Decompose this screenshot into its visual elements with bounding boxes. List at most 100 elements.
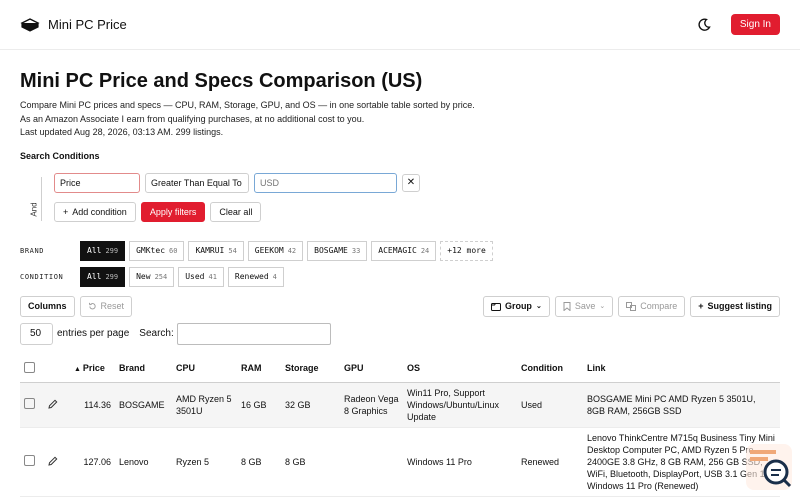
chip-name: Used [185,272,205,281]
condition-field-select[interactable]: Price [54,172,140,193]
pencil-icon[interactable] [48,456,58,466]
logo[interactable]: Mini PC Price [20,17,127,32]
brand-title: Mini PC Price [48,17,127,32]
chip-name: All [87,246,102,255]
os-cell: Win11 Pro, Support Windows/Ubuntu/Linux … [403,382,517,428]
main-content: Mini PC Price and Specs Comparison (US) … [0,70,800,497]
last-updated: Last updated Aug 28, 2026, 03:13 AM. 299… [20,127,224,137]
clear-all-button[interactable]: Clear all [210,201,262,222]
storage-cell: 32 GB [281,382,340,428]
chip-count: 54 [228,246,237,255]
floating-search-widget[interactable] [746,444,792,490]
chip-count: 254 [154,272,168,281]
gpu-cell: Radeon Vega 8 Graphics [340,382,403,428]
top-header: Mini PC Price Sign In [0,0,800,50]
entries-per-page-select[interactable]: 50 [20,322,53,345]
brand-chip-bosgame[interactable]: BOSGAME 33 [307,240,368,261]
condition-header[interactable]: Condition [517,354,583,383]
moon-icon [698,17,711,31]
table-row: 127.06 Lenovo Ryzen 5 8 GB 8 GB Windows … [20,427,780,497]
storage-cell: 8 GB [281,427,340,497]
row-checkbox[interactable] [24,455,35,466]
compare-label: Compare [640,301,678,311]
chip-count: 42 [287,246,297,255]
chip-name: ACEMAGIC [378,246,417,255]
and-line [41,176,42,221]
chip-count: 41 [208,272,217,281]
condition-cell: Renewed [517,427,583,497]
gpu-cell [340,427,403,497]
price-header[interactable]: ▲ Price [70,354,115,383]
close-icon: ✕ [406,177,416,188]
cpu-header[interactable]: CPU [172,354,237,383]
table-search-input[interactable] [176,322,331,345]
sign-in-button[interactable]: Sign In [730,14,780,35]
brand-chip-all[interactable]: All 299 [80,240,126,261]
cpu-cell: Ryzen 5 [172,427,237,497]
chip-count: 299 [105,272,119,281]
compare-icon [626,301,637,311]
chip-name: BOSGAME [314,246,348,255]
chip-count: 299 [105,246,119,255]
link-cell[interactable]: BOSGAME Mini PC AMD Ryzen 5 3501U, 8GB R… [583,382,780,428]
group-label: Group [504,301,532,311]
reset-icon [88,302,96,309]
brand-more-button[interactable]: +12 more [440,240,493,261]
add-condition-button[interactable]: + Add condition [54,201,136,222]
gpu-header[interactable]: GPU [340,354,403,383]
and-connector: And [20,173,54,222]
link-header[interactable]: Link [583,354,780,383]
price-cell: 127.06 [70,427,115,497]
theme-toggle-button[interactable] [695,16,713,34]
search-conditions: And Price Greater Than Equal To ✕ + Add … [20,172,780,222]
ram-cell: 16 GB [237,382,281,428]
page-description: Compare Mini PC prices and specs — CPU, … [20,99,780,140]
table-row: 114.36 BOSGAME AMD Ryzen 5 3501U 16 GB 3… [20,382,780,428]
reset-label: Reset [100,301,125,311]
mini-pc-icon [20,17,40,32]
search-chat-icon [750,450,792,488]
chip-count: 24 [420,246,430,255]
ram-cell: 8 GB [237,427,281,497]
description-line: Compare Mini PC prices and specs — CPU, … [20,100,475,110]
chip-name: New [136,272,151,281]
row-edit-cell [44,382,70,428]
row-checkbox-cell [20,382,44,428]
price-cell: 114.36 [70,382,115,428]
compare-button[interactable]: Compare [618,295,686,317]
apply-filters-button[interactable]: Apply filters [140,201,206,222]
reset-button[interactable]: Reset [79,295,133,317]
condition-value-input[interactable] [254,172,397,193]
brand-chip-gmktec[interactable]: GMKtec 60 [129,240,185,261]
ram-header[interactable]: RAM [237,354,281,383]
columns-button[interactable]: Columns [20,295,75,317]
edit-header [44,354,70,383]
brand-chip-geekom[interactable]: GEEKOM 42 [247,240,304,261]
condition-chip-new[interactable]: New 254 [129,266,175,287]
condition-cell: Used [517,382,583,428]
brand-header[interactable]: Brand [115,354,172,383]
chip-name: GMKtec [136,246,166,255]
condition-chip-renewed[interactable]: Renewed 4 [227,266,284,287]
pencil-icon[interactable] [48,399,58,409]
brand-chip-acemagic[interactable]: ACEMAGIC 24 [371,240,437,261]
listings-table: ▲ Price Brand CPU RAM Storage GPU OS Con… [20,354,780,497]
condition-chip-used[interactable]: Used 41 [178,266,224,287]
select-all-checkbox[interactable] [24,361,35,373]
condition-operator-select[interactable]: Greater Than Equal To [145,172,249,193]
remove-condition-button[interactable]: ✕ [402,173,420,192]
group-button[interactable]: Group ⌄ [482,295,550,317]
condition-row: Price Greater Than Equal To ✕ [54,172,780,193]
cpu-cell: AMD Ryzen 5 3501U [172,382,237,428]
suggest-listing-button[interactable]: + Suggest listing [690,295,780,317]
storage-header[interactable]: Storage [281,354,340,383]
save-button[interactable]: Save ⌄ [554,295,614,317]
brand-chip-kamrui[interactable]: KAMRUI 54 [188,240,244,261]
os-header[interactable]: OS [403,354,517,383]
search-label: Search: [139,328,174,339]
condition-chip-all[interactable]: All 299 [80,266,126,287]
chip-name: All [87,272,102,281]
row-checkbox[interactable] [24,398,35,409]
chevron-down-icon: ⌄ [599,303,606,310]
chevron-down-icon: ⌄ [535,303,542,310]
